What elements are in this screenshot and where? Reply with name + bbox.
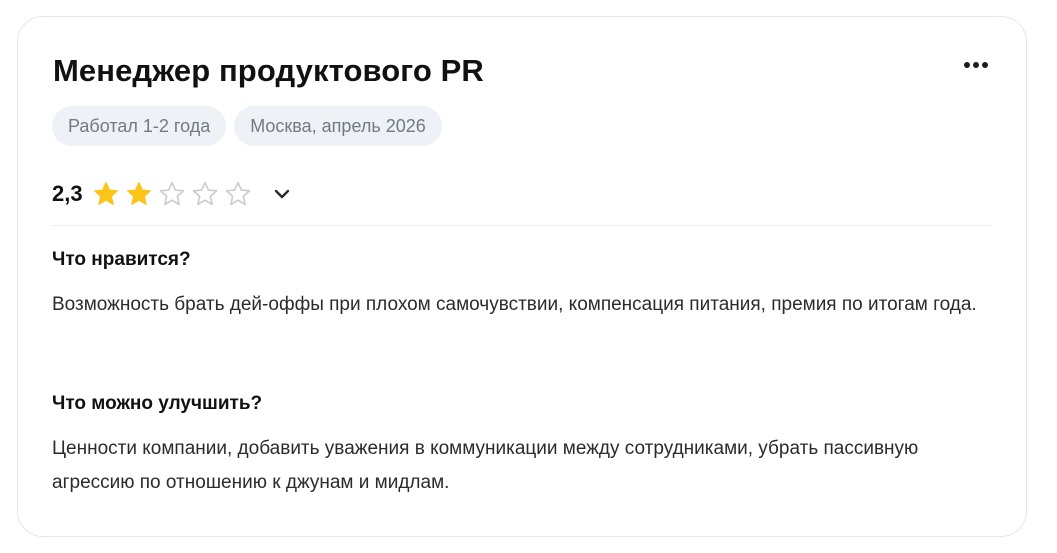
review-tags: Работал 1-2 года Москва, апрель 2026 — [52, 106, 442, 146]
expand-rating-button[interactable] — [270, 182, 294, 206]
rating-stars — [92, 180, 252, 208]
chevron-down-icon — [274, 189, 289, 199]
pros-text: Возможность брать дей-оффы при плохом са… — [52, 294, 977, 315]
more-options-button[interactable] — [958, 51, 994, 79]
star-filled-icon — [125, 180, 153, 208]
rating-row: 2,3 — [52, 175, 294, 213]
more-horizontal-icon — [964, 62, 988, 68]
star-filled-icon — [92, 180, 120, 208]
tag-location-date: Москва, апрель 2026 — [234, 106, 442, 146]
tag-experience: Работал 1-2 года — [52, 106, 227, 146]
review-card: Менеджер продуктового PR Работал 1-2 год… — [17, 16, 1027, 537]
star-outline-icon — [158, 180, 186, 208]
cons-heading: Что можно улучшить? — [52, 393, 263, 414]
star-outline-icon — [224, 180, 252, 208]
star-outline-icon — [191, 180, 219, 208]
rating-value: 2,3 — [52, 181, 83, 206]
review-title: Менеджер продуктового PR — [53, 53, 484, 88]
pros-heading: Что нравится? — [52, 249, 191, 270]
cons-text: Ценности компании, добавить уважения в к… — [52, 438, 919, 493]
divider — [52, 225, 992, 226]
